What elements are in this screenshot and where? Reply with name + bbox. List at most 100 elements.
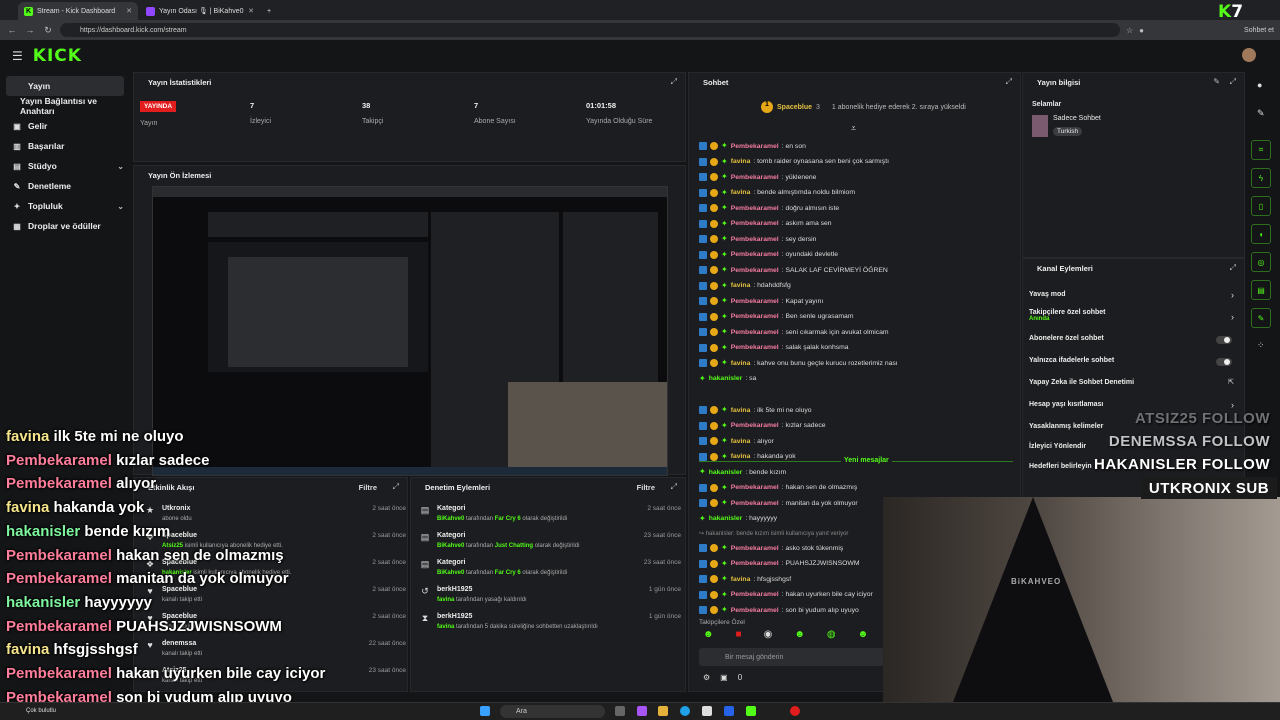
chevron-right-icon[interactable]: › xyxy=(1231,290,1234,300)
action-account-age[interactable]: Hesap yaşı kısıtlaması xyxy=(1029,401,1103,408)
task-view-icon[interactable] xyxy=(615,706,625,716)
chat-username[interactable]: hakanisler xyxy=(709,515,743,522)
action-subs-only[interactable]: Abonelere özel sohbet xyxy=(1029,335,1104,342)
gift-icon[interactable]: ▣ xyxy=(720,673,728,682)
chat-username[interactable]: favina xyxy=(731,576,751,583)
emote-icon[interactable]: ◍ xyxy=(827,629,836,640)
filter-button[interactable]: Filtre xyxy=(637,483,655,492)
chat-username[interactable]: favina xyxy=(731,453,751,460)
mail-icon[interactable] xyxy=(724,706,734,716)
broadcast-icon[interactable]: ◎ xyxy=(1251,252,1271,272)
emote-icon[interactable]: ☻ xyxy=(794,629,805,640)
taskbar-search[interactable]: Ara xyxy=(500,705,605,718)
copilot-icon[interactable] xyxy=(637,706,647,716)
sidebar-item-yayin[interactable]: Yayın xyxy=(6,76,124,96)
emote-only-toggle[interactable] xyxy=(1216,358,1232,366)
chat-username[interactable]: Pembekaramel xyxy=(731,205,779,212)
chat-username[interactable]: favina xyxy=(731,360,751,367)
camera-icon[interactable]: ⌗ xyxy=(1251,140,1271,160)
document-icon[interactable]: ▯ xyxy=(1251,196,1271,216)
chevron-right-icon[interactable]: › xyxy=(1231,400,1234,410)
action-ai-moderation[interactable]: Yapay Zeka ile Sohbet Denetimi xyxy=(1029,379,1134,386)
chat-username[interactable]: favina xyxy=(731,438,751,445)
scroll-bottom-icon[interactable]: ⩡ xyxy=(851,123,856,134)
expand-icon[interactable]: ⤢ xyxy=(1006,77,1012,87)
lightning-icon[interactable]: ϟ xyxy=(1251,168,1271,188)
chat-username[interactable]: Pembekaramel xyxy=(731,484,779,491)
chat-username[interactable]: Pembekaramel xyxy=(731,560,779,567)
expand-icon[interactable]: ⤢ xyxy=(671,77,677,87)
chat-username[interactable]: Pembekaramel xyxy=(731,267,779,274)
chat-username[interactable]: Pembekaramel xyxy=(731,174,779,181)
emote-icon[interactable]: ☻ xyxy=(858,629,869,640)
sidebar-item-basarilar[interactable]: ▥ Başarılar xyxy=(6,136,124,156)
chat-username[interactable]: Pembekaramel xyxy=(731,500,779,507)
layout-icon[interactable]: ▤ xyxy=(1251,280,1271,300)
expand-icon[interactable]: ⤢ xyxy=(1230,263,1236,273)
new-tab-button[interactable]: + xyxy=(262,2,276,20)
chat-username[interactable]: Pembekaramel xyxy=(731,251,779,258)
emote-icon[interactable]: ◉ xyxy=(764,629,773,640)
sidebar-item-droplar[interactable]: ▦ Droplar ve ödüller xyxy=(6,216,124,236)
chat-username[interactable]: Pembekaramel xyxy=(731,545,779,552)
browser-tab-kick-dashboard[interactable]: K Stream - Kick Dashboard ✕ xyxy=(18,2,138,20)
chat-username[interactable]: Pembekaramel xyxy=(731,220,779,227)
action-raid[interactable]: İzleyici Yönlendir xyxy=(1029,443,1086,450)
action-goals[interactable]: Hedefleri belirleyin xyxy=(1029,463,1092,470)
chat-username[interactable]: Pembekaramel xyxy=(731,329,779,336)
more-icon[interactable]: ⁘ xyxy=(1257,340,1265,351)
windows-start-icon[interactable] xyxy=(480,706,490,716)
edit-icon[interactable]: ✎ xyxy=(1213,77,1220,86)
profile-icon[interactable]: ● xyxy=(1139,26,1144,35)
filter-button[interactable]: Filtre xyxy=(359,483,377,492)
avatar[interactable] xyxy=(1242,48,1256,62)
chat-bubble-icon[interactable]: ◖ xyxy=(1251,224,1271,244)
chat-username[interactable]: Pembekaramel xyxy=(731,607,779,614)
chat-username[interactable]: Pembekaramel xyxy=(731,422,779,429)
expand-icon[interactable]: ⤢ xyxy=(393,482,399,492)
menu-icon[interactable]: ☰ xyxy=(12,49,23,63)
url-input[interactable]: https://dashboard.kick.com/stream xyxy=(60,23,1120,37)
chat-username[interactable]: favina xyxy=(731,282,751,289)
action-banned-words[interactable]: Yasaklanmış kelimeler xyxy=(1029,423,1103,430)
reload-icon[interactable]: ↻ xyxy=(42,25,54,36)
copilot-button[interactable]: Sohbet et xyxy=(1244,27,1274,34)
chat-username[interactable]: Pembekaramel xyxy=(731,236,779,243)
kick-app-icon[interactable] xyxy=(746,706,756,716)
chat-username[interactable]: favina xyxy=(731,189,751,196)
sidebar-item-topluluk[interactable]: ✦ Topluluk ⌄ xyxy=(6,196,124,216)
close-icon[interactable]: ✕ xyxy=(126,7,132,15)
emote-icon[interactable]: ☻ xyxy=(703,629,714,640)
external-link-icon[interactable]: ⇱ xyxy=(1228,378,1234,386)
chat-input[interactable]: Bir mesaj gönderin xyxy=(699,648,884,666)
emote-icon[interactable]: ■ xyxy=(736,629,742,640)
expand-icon[interactable]: ⤢ xyxy=(1230,77,1236,87)
users-icon[interactable]: ⚙ xyxy=(703,673,710,682)
chevron-right-icon[interactable]: › xyxy=(1231,312,1234,322)
chat-username[interactable]: hakanisler xyxy=(709,375,743,382)
chat-username[interactable]: Pembekaramel xyxy=(731,143,779,150)
subs-only-toggle[interactable] xyxy=(1216,336,1232,344)
expand-icon[interactable]: ⤢ xyxy=(671,482,677,492)
sidebar-item-baglanti[interactable]: Yayın Bağlantısı ve Anahtarı xyxy=(6,96,124,116)
close-icon[interactable]: ✕ xyxy=(248,7,254,15)
action-slow-mode[interactable]: Yavaş mod xyxy=(1029,291,1066,298)
sidebar-item-denetleme[interactable]: ✎ Denetleme xyxy=(6,176,124,196)
chat-username[interactable]: Pembekaramel xyxy=(731,344,779,351)
star-icon[interactable]: ☆ xyxy=(1126,26,1133,35)
kick-logo[interactable]: KICK xyxy=(33,46,82,66)
forward-icon[interactable]: → xyxy=(24,25,36,35)
chat-username[interactable]: Pembekaramel xyxy=(731,591,779,598)
stream-preview-video[interactable] xyxy=(152,186,668,476)
action-emote-only[interactable]: Yalnızca ifadelerle sohbet xyxy=(1029,357,1114,364)
edge-icon[interactable] xyxy=(680,706,690,716)
info-icon[interactable]: ● xyxy=(1257,80,1262,90)
action-followers-only[interactable]: Takipçilere özel sohbet Anında xyxy=(1029,309,1106,322)
browser-tab-yayin-odasi[interactable]: Yayın Odası 🎙 | BiKahve0 ✕ xyxy=(140,2,260,20)
store-icon[interactable] xyxy=(702,706,712,716)
pencil-icon[interactable]: ✎ xyxy=(1257,108,1265,119)
folder-icon[interactable] xyxy=(658,706,668,716)
chat-username[interactable]: favina xyxy=(731,158,751,165)
sidebar-item-studyo[interactable]: ▤ Stüdyo ⌄ xyxy=(6,156,124,176)
wrench-icon[interactable]: ✎ xyxy=(1251,308,1271,328)
